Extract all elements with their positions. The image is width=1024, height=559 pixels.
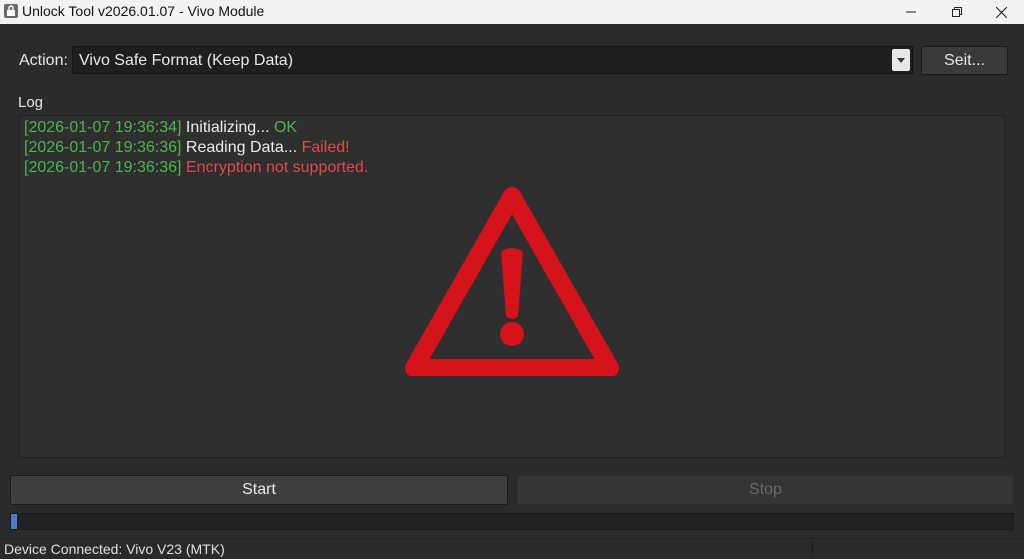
- maximize-button[interactable]: [934, 0, 980, 24]
- log-message: Reading Data...: [185, 139, 298, 156]
- log-result: Failed!: [301, 139, 350, 156]
- log-line: [2026-01-07 19:36:36] Encryption not sup…: [24, 159, 368, 177]
- start-button[interactable]: Start: [10, 475, 508, 505]
- title-bar: Unlock Tool v2026.01.07 - Vivo Module: [0, 0, 1024, 24]
- stop-button[interactable]: Stop: [517, 475, 1014, 505]
- dropdown-arrow-icon[interactable]: [892, 49, 910, 71]
- close-button[interactable]: [978, 0, 1024, 24]
- progress-fill: [11, 514, 17, 529]
- minimize-icon: [906, 11, 916, 13]
- status-bar: Device Connected: Vivo V23 (MTK): [0, 538, 1024, 559]
- log-message: Initializing...: [185, 119, 270, 136]
- log-line: [2026-01-07 19:36:34] Initializing... OK: [24, 119, 297, 137]
- log-timestamp: [2026-01-07 19:36:34]: [24, 119, 182, 136]
- close-icon: [995, 6, 1007, 18]
- log-timestamp: [2026-01-07 19:36:36]: [24, 139, 182, 156]
- minimize-button[interactable]: [888, 0, 934, 24]
- window-title: Unlock Tool v2026.01.07 - Vivo Module: [22, 3, 265, 19]
- settings-button[interactable]: Seit...: [921, 46, 1008, 75]
- status-divider: [812, 541, 813, 557]
- lock-icon: [4, 4, 18, 18]
- action-label: Action:: [19, 52, 68, 69]
- log-result: OK: [273, 119, 298, 136]
- log-timestamp: [2026-01-07 19:36:36]: [24, 159, 182, 176]
- device-status: Device Connected: Vivo V23 (MTK): [4, 541, 225, 557]
- action-selected-value: Vivo Safe Format (Keep Data): [79, 52, 294, 69]
- log-line: [2026-01-07 19:36:36] Reading Data... Fa…: [24, 139, 350, 157]
- warning-triangle-icon: [405, 187, 619, 376]
- restore-icon: [952, 7, 962, 17]
- progress-bar: [10, 513, 1014, 530]
- action-select[interactable]: Vivo Safe Format (Keep Data): [72, 46, 913, 74]
- log-result: Encryption not supported.: [185, 159, 369, 176]
- log-label: Log: [18, 94, 44, 111]
